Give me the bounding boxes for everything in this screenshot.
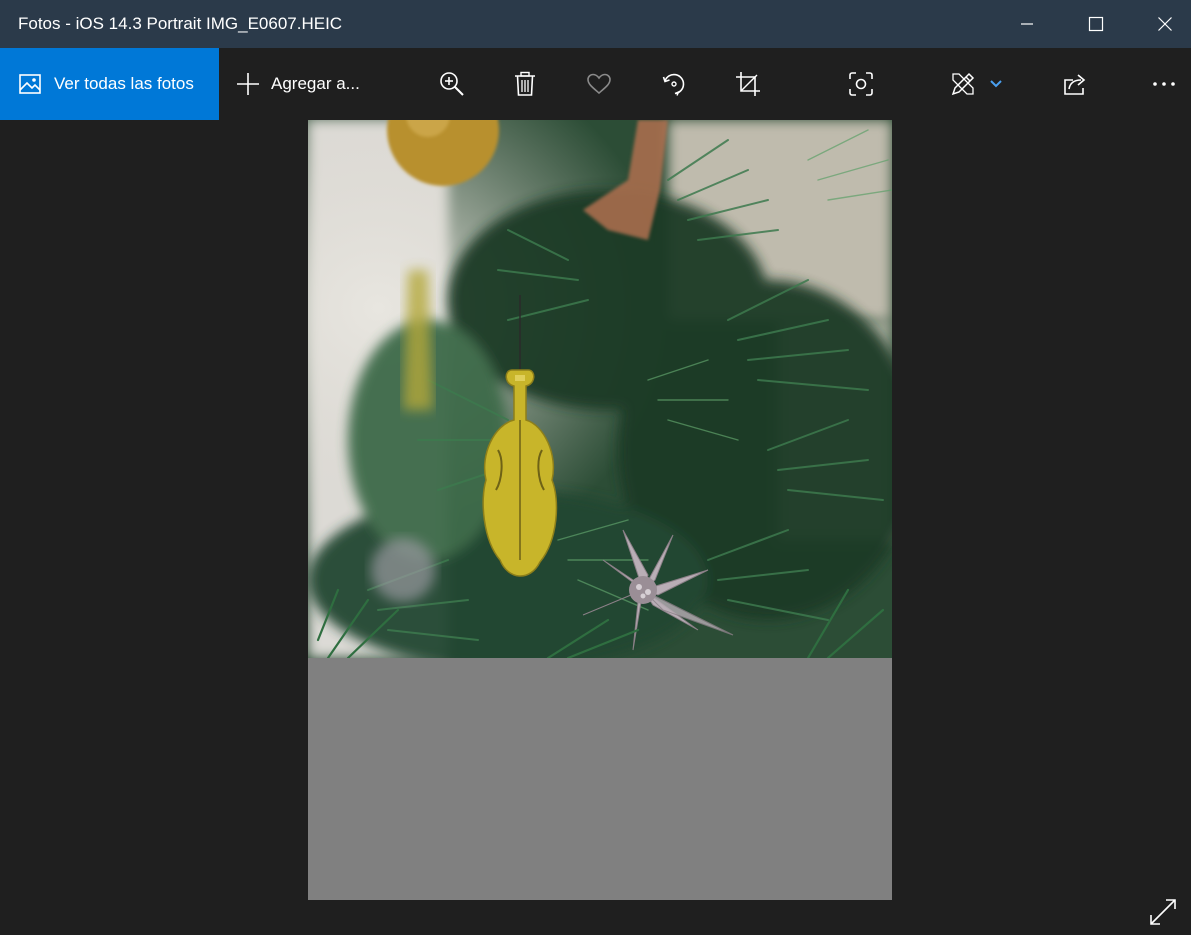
photo-christmas-tree — [308, 120, 892, 658]
delete-button[interactable] — [497, 48, 553, 120]
chevron-down-icon — [990, 80, 1002, 88]
close-icon — [1157, 17, 1172, 31]
crop-icon — [736, 72, 760, 96]
more-icon — [1153, 82, 1175, 86]
toolbar: Ver todas las fotos Agregar a... — [0, 48, 1191, 120]
heart-icon — [587, 73, 611, 95]
minimize-icon — [1020, 23, 1033, 25]
rotate-button[interactable] — [646, 48, 702, 120]
share-button[interactable] — [1048, 48, 1104, 120]
more-button[interactable] — [1136, 48, 1191, 120]
photos-icon — [18, 72, 42, 96]
title-bar: Fotos - iOS 14.3 Portrait IMG_E0607.HEIC — [0, 0, 1191, 48]
close-button[interactable] — [1130, 0, 1191, 48]
expand-icon — [1150, 899, 1176, 925]
trash-icon — [515, 71, 535, 96]
share-icon — [1064, 74, 1086, 95]
add-to-label: Agregar a... — [271, 74, 360, 93]
maximize-button[interactable] — [1061, 0, 1130, 48]
minimize-button[interactable] — [992, 0, 1061, 48]
zoom-in-icon — [440, 72, 464, 96]
plus-icon — [236, 72, 260, 96]
fullscreen-button[interactable] — [1140, 890, 1186, 934]
edit-create-dropdown[interactable] — [968, 48, 1024, 120]
crop-button[interactable] — [720, 48, 776, 120]
view-all-photos-button[interactable]: Ver todas las fotos — [0, 48, 219, 120]
visual-search-button[interactable] — [833, 48, 889, 120]
favorite-button[interactable] — [571, 48, 627, 120]
maximize-icon — [1088, 16, 1103, 32]
view-all-photos-label: Ver todas las fotos — [54, 74, 194, 93]
scan-icon — [849, 72, 873, 96]
image-canvas — [308, 120, 892, 900]
rotate-icon — [662, 73, 685, 96]
window-title: Fotos - iOS 14.3 Portrait IMG_E0607.HEIC — [18, 14, 343, 33]
add-to-button[interactable]: Agregar a... — [219, 48, 389, 120]
zoom-in-button[interactable] — [424, 48, 480, 120]
